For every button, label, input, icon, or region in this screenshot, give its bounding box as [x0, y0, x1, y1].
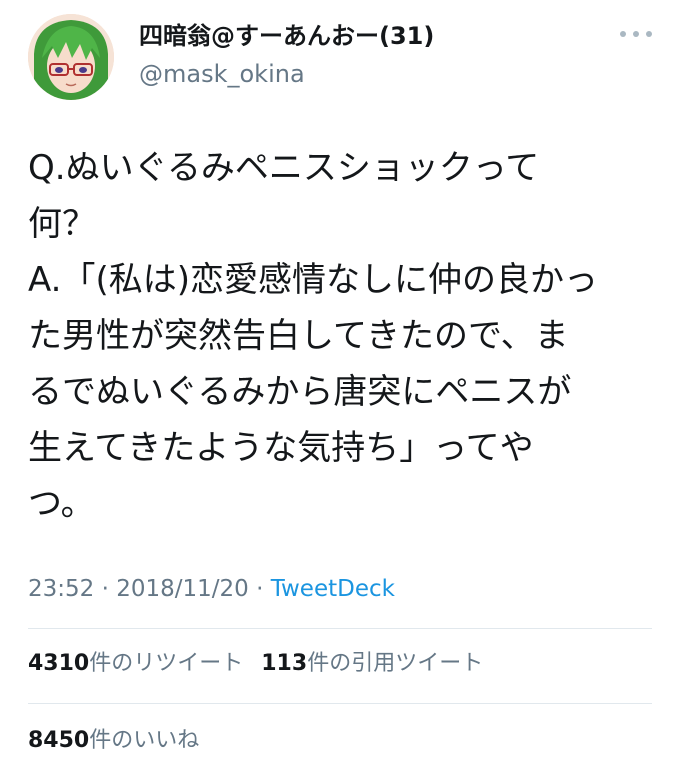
- likes-count: 8450: [28, 728, 90, 753]
- tweet-meta: 23:52 · 2018/11/20 · TweetDeck: [28, 572, 395, 606]
- divider: [28, 703, 652, 704]
- display-name[interactable]: 四暗翁@すーあんおー(31): [139, 20, 434, 52]
- tweet-text: Q.ぬいぐるみペニスショックって 何？ A.「(私は)恋愛感情なしに仲の良かっ …: [28, 148, 598, 524]
- tweet-date[interactable]: 2018/11/20: [116, 576, 249, 602]
- tweet-source-link[interactable]: TweetDeck: [271, 576, 395, 602]
- likes-stat[interactable]: 8450件のいいね: [28, 724, 199, 758]
- more-horizontal-icon[interactable]: [620, 28, 652, 40]
- tweet-time[interactable]: 23:52: [28, 576, 94, 602]
- retweets-label: 件のリツイート: [89, 651, 244, 676]
- retweets-count: 4310: [28, 651, 90, 676]
- dot: [633, 31, 639, 37]
- retweets-stat[interactable]: 4310件のリツイート: [28, 647, 243, 681]
- quote-tweets-label: 件の引用ツイート: [307, 651, 484, 676]
- avatar[interactable]: [28, 14, 114, 100]
- meta-separator: ·: [248, 576, 271, 602]
- tweet-header: 四暗翁@すーあんおー(31) @mask_okina: [28, 14, 652, 104]
- divider: [28, 628, 652, 629]
- user-names: 四暗翁@すーあんおー(31) @mask_okina: [139, 20, 434, 90]
- user-handle[interactable]: @mask_okina: [139, 58, 434, 90]
- likes-label: 件のいいね: [89, 728, 200, 753]
- avatar-image: [28, 14, 114, 100]
- dot: [620, 31, 626, 37]
- quote-tweets-count: 113: [261, 651, 308, 676]
- likes-stats: 8450件のいいね: [28, 724, 199, 758]
- quote-tweets-stat[interactable]: 113件の引用ツイート: [261, 647, 483, 681]
- engagement-stats: 4310件のリツイート 113件の引用ツイート: [28, 647, 483, 681]
- dot: [646, 31, 652, 37]
- meta-separator: ·: [94, 576, 117, 602]
